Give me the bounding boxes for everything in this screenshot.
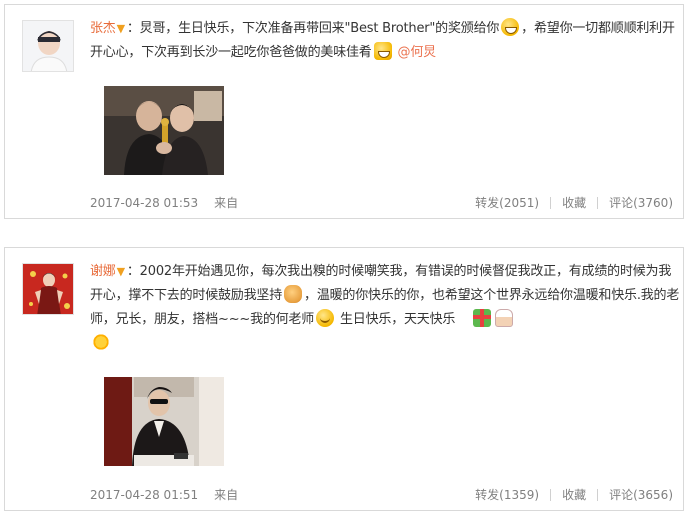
smile-emoji-icon [316,309,335,327]
post-meta: 2017-04-28 01:51 来自 [90,486,238,503]
mention-link[interactable]: @何炅 [398,45,437,60]
avatar[interactable] [22,20,74,72]
post-actions: 转发(2051) 收藏 评论(3760) [475,194,673,211]
post-photo[interactable] [104,377,224,466]
cake-emoji-icon [494,309,513,327]
post-source: 来自 [214,488,239,502]
post-text: 张杰▼ ：炅哥，生日快乐，下次准备再带回来"Best Brother"的奖颁给你，… [90,17,680,65]
verified-badge-icon[interactable]: ▼ [117,22,125,35]
post-text: 谢娜▼ ：2002年开始遇见你，每次我出糗的时候嘲笑我，有错误的时候督促我改正，有… [90,260,680,356]
sun-emoji-icon [92,333,110,351]
post-actions: 转发(1359) 收藏 评论(3656) [475,486,673,503]
comment-button[interactable]: 评论(3760) [609,194,673,211]
weibo-post-card: 张杰▼ ：炅哥，生日快乐，下次准备再带回来"Best Brother"的奖颁给你，… [4,4,684,219]
divider [597,488,599,501]
favorite-button[interactable]: 收藏 [562,486,586,503]
post-photo[interactable] [104,86,224,175]
comment-button[interactable]: 评论(3656) [609,486,673,503]
avatar-image [23,264,73,314]
post-time-link[interactable]: 2017-04-28 01:51 [90,488,198,502]
post-time-link[interactable]: 2017-04-28 01:53 [90,196,198,210]
divider [550,196,552,209]
photo-image [104,377,224,466]
clap-emoji-icon [284,285,303,303]
username-link[interactable]: 张杰 [90,21,116,36]
photo-image [104,86,224,175]
verified-badge-icon[interactable]: ▼ [117,265,125,278]
post-source: 来自 [214,196,239,210]
weibo-post-card: 谢娜▼ ：2002年开始遇见你，每次我出糗的时候嘲笑我，有错误的时候督促我改正，有… [4,247,684,511]
gift-emoji-icon [472,309,491,327]
avatar-image [23,21,73,71]
divider [597,196,599,209]
post-text-part: ：炅哥，生日快乐，下次准备再带回来"Best Brother"的奖颁给你 [126,21,500,36]
username-link[interactable]: 谢娜 [90,264,116,279]
grin-emoji-icon [501,18,520,36]
repost-button[interactable]: 转发(2051) [475,194,539,211]
favorite-button[interactable]: 收藏 [562,194,586,211]
laugh-emoji-icon [373,42,392,60]
post-text-part: 生日快乐，天天快乐 [336,312,460,327]
avatar[interactable] [22,263,74,315]
post-meta: 2017-04-28 01:53 来自 [90,194,238,211]
divider [550,488,552,501]
repost-button[interactable]: 转发(1359) [475,486,539,503]
